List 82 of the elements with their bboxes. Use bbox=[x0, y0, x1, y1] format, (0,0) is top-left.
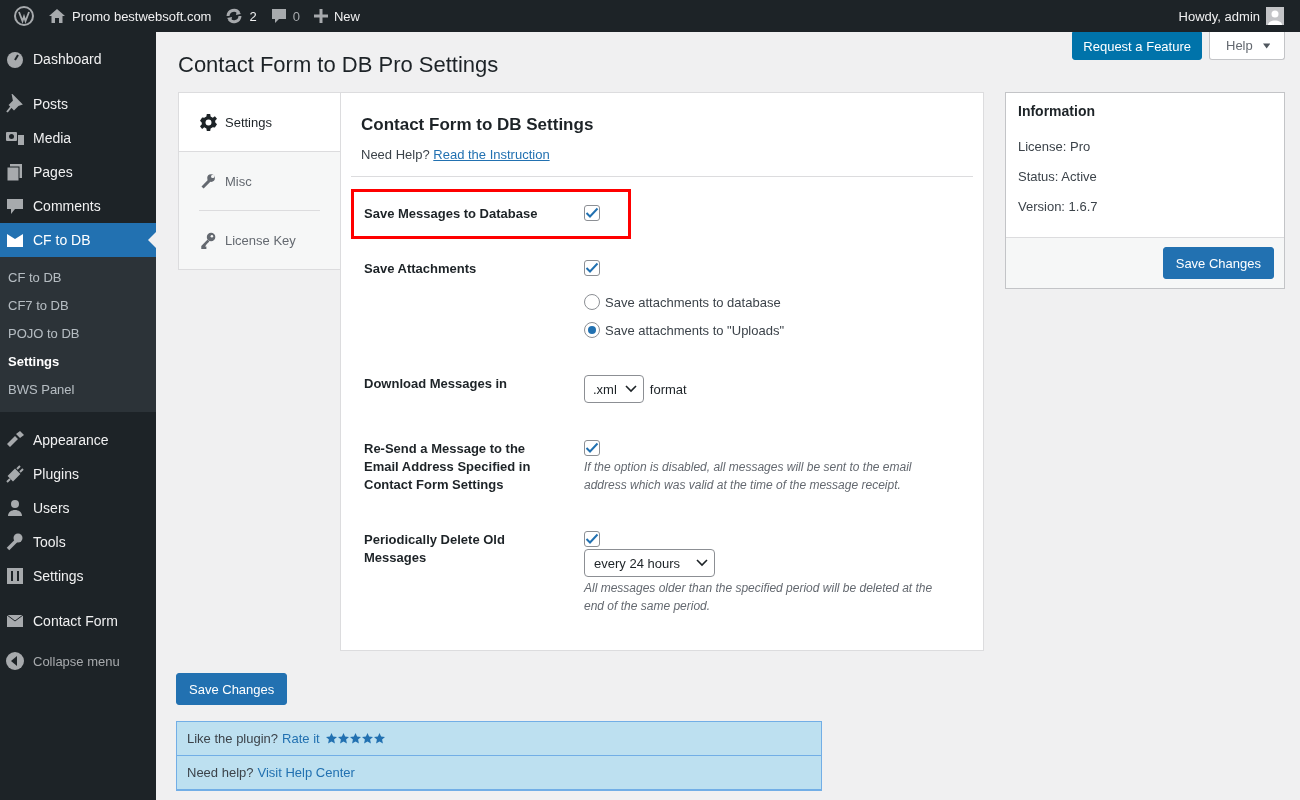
setting-label: Re-Send a Message to the Email Address Specified in Contact Form Settings bbox=[364, 440, 532, 494]
menu-item[interactable]: Plugins bbox=[0, 457, 156, 491]
submenu-item[interactable]: CF to DB bbox=[0, 264, 156, 292]
refresh-icon bbox=[225, 8, 244, 24]
page-title: Contact Form to DB Pro Settings bbox=[178, 52, 500, 78]
setting-label: Download Messages in bbox=[364, 375, 509, 393]
submenu-item[interactable]: Settings bbox=[0, 348, 156, 376]
instruction-link[interactable]: Read the Instruction bbox=[433, 147, 550, 162]
chevron-icon bbox=[624, 385, 637, 393]
description-text: If the option is disabled, all messages will be sent to the email address which was valid at the time of the message receipt. bbox=[584, 459, 913, 494]
star-icon bbox=[373, 733, 385, 744]
new-link[interactable]: New bbox=[333, 8, 360, 24]
menu-item[interactable]: Tools bbox=[0, 525, 156, 559]
info-text: Status: Active bbox=[1018, 169, 1098, 184]
checkbox[interactable] bbox=[584, 531, 600, 547]
comment-icon bbox=[270, 8, 287, 24]
tab[interactable]: Misc bbox=[179, 152, 340, 210]
menu-item[interactable]: Settings bbox=[0, 559, 156, 593]
checkbox[interactable] bbox=[584, 440, 600, 456]
tab[interactable]: License Key bbox=[179, 211, 340, 269]
option-label: Save attachments to database bbox=[605, 294, 781, 310]
info-text: License: Pro bbox=[1018, 139, 1092, 154]
home-icon bbox=[48, 8, 66, 24]
star-icon bbox=[337, 733, 349, 744]
notice-link[interactable]: Rate it bbox=[282, 731, 320, 746]
notice-text: Need help? bbox=[187, 765, 254, 780]
menu-item[interactable]: Contact Form bbox=[0, 604, 156, 638]
description-text: All messages older than the specified period will be deleted at the end of the same period. bbox=[584, 580, 934, 615]
star-icon bbox=[349, 733, 361, 744]
updates-count[interactable]: 2 bbox=[249, 8, 257, 24]
menu-item[interactable]: Media bbox=[0, 121, 156, 155]
help-text: Need Help? bbox=[361, 147, 430, 162]
menu-item[interactable]: Posts bbox=[0, 87, 156, 121]
info-title: Information bbox=[1018, 103, 1096, 119]
user-icon bbox=[5, 498, 25, 518]
brush-icon bbox=[5, 430, 25, 450]
menu-item[interactable]: Dashboard bbox=[0, 42, 156, 76]
site-link[interactable]: Promo bestwebsoft.com bbox=[72, 8, 212, 24]
gauge-icon bbox=[5, 49, 25, 69]
option-label: Save attachments to "Uploads" bbox=[605, 322, 785, 338]
pages-icon bbox=[5, 162, 25, 182]
caret-icon bbox=[1262, 42, 1270, 49]
comment-icon bbox=[5, 196, 25, 216]
select-dropdown[interactable]: every 24 hours bbox=[584, 549, 715, 577]
plug-icon bbox=[5, 464, 25, 484]
plus-icon bbox=[313, 9, 328, 23]
menu-item[interactable]: Users bbox=[0, 491, 156, 525]
collapse-icon bbox=[5, 651, 25, 671]
collapse-menu-button[interactable]: Collapse menu bbox=[0, 644, 156, 678]
star-icon bbox=[325, 733, 337, 744]
section-title: Contact Form to DB Settings bbox=[361, 115, 595, 135]
menu-item[interactable]: Pages bbox=[0, 155, 156, 189]
wrench-icon bbox=[5, 532, 25, 552]
select-dropdown[interactable]: .xml bbox=[584, 375, 644, 403]
save-button[interactable]: Save Changes bbox=[1162, 247, 1274, 279]
tab[interactable]: Settings bbox=[179, 93, 340, 152]
menu-item[interactable]: CF to DB bbox=[0, 223, 156, 257]
wrench-icon bbox=[200, 172, 217, 190]
pin-icon bbox=[5, 94, 25, 114]
notice-link[interactable]: Visit Help Center bbox=[257, 765, 355, 780]
setting-label: Save Messages to Database bbox=[364, 205, 539, 223]
setting-label: Periodically Delete Old Messages bbox=[364, 531, 506, 567]
notice-text: Like the plugin? bbox=[187, 731, 279, 746]
checkbox[interactable] bbox=[584, 260, 600, 276]
chevron-icon bbox=[696, 559, 708, 567]
menu-item[interactable]: Appearance bbox=[0, 423, 156, 457]
save-button[interactable]: Save Changes bbox=[176, 673, 288, 705]
menu-item[interactable]: Comments bbox=[0, 189, 156, 223]
setting-label: Save Attachments bbox=[364, 260, 478, 278]
greeting-link[interactable]: Howdy, admin bbox=[1178, 8, 1260, 24]
comments-count[interactable]: 0 bbox=[292, 8, 300, 24]
submenu-item[interactable]: BWS Panel bbox=[0, 376, 156, 404]
submenu-item[interactable]: CF7 to DB bbox=[0, 292, 156, 320]
submenu-item[interactable]: POJO to DB bbox=[0, 320, 156, 348]
info-text: Version: 1.6.7 bbox=[1018, 199, 1099, 214]
star-icon bbox=[361, 733, 373, 744]
request-feature-button[interactable]: Request a Feature bbox=[1072, 32, 1202, 60]
suffix-text: format bbox=[649, 381, 687, 397]
help-button[interactable]: Help bbox=[1209, 32, 1285, 60]
key-icon bbox=[200, 231, 217, 249]
checkbox[interactable] bbox=[584, 205, 600, 221]
gear-icon bbox=[200, 113, 217, 131]
